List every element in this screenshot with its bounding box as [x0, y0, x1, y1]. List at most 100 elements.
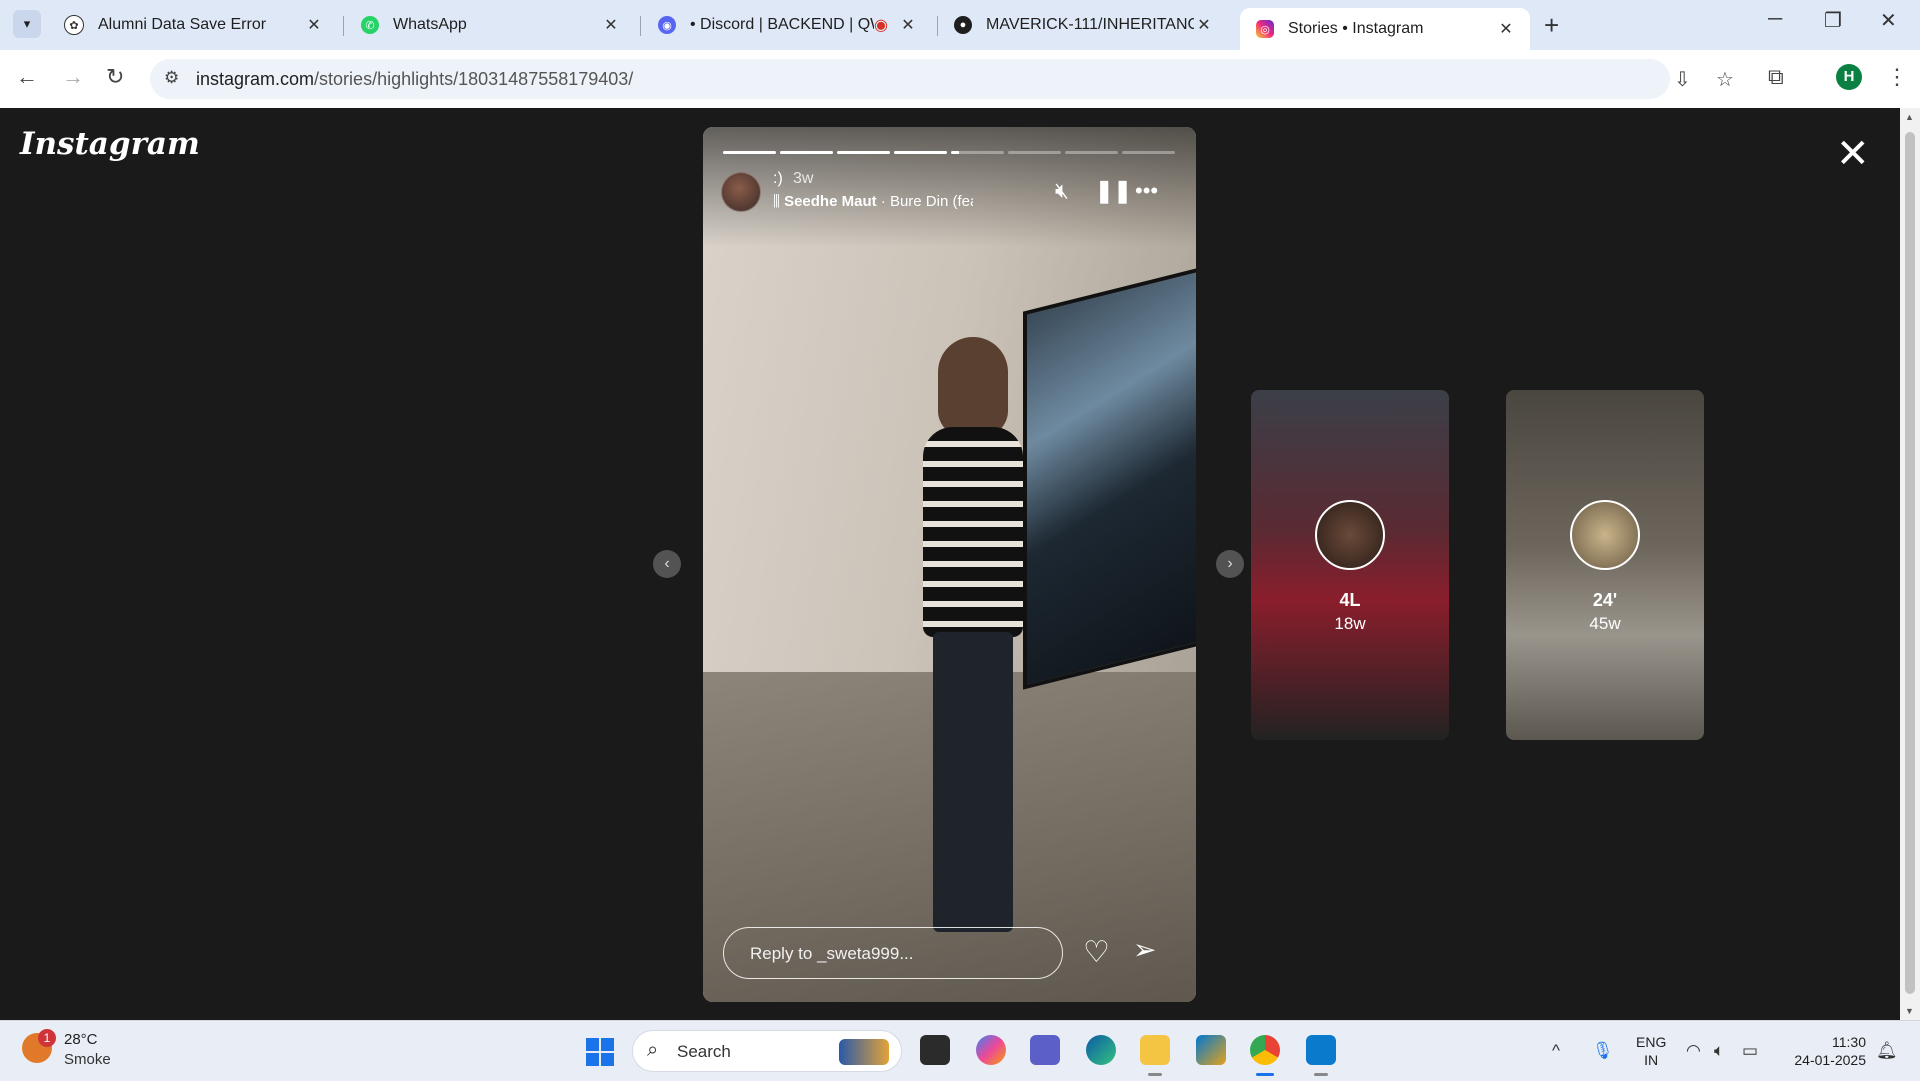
discord-icon: ◉ — [658, 16, 676, 34]
scroll-thumb[interactable] — [1905, 132, 1915, 994]
volume-icon[interactable]: 🔈︎ — [1714, 1041, 1724, 1061]
preview-time: 45w — [1589, 614, 1621, 633]
muted-speaker-icon[interactable]: 🔇︎ — [1055, 178, 1069, 204]
minimize-button[interactable]: ─ — [1768, 8, 1782, 31]
story-username[interactable]: :) — [773, 170, 783, 188]
preview-name: 24' — [1592, 590, 1618, 610]
tab-close-icon[interactable]: ✕ — [1496, 19, 1516, 39]
music-bars-icon: ⫼ — [773, 193, 785, 210]
profile-avatar[interactable]: H — [1836, 64, 1862, 90]
new-tab-button[interactable]: + — [1544, 10, 1559, 41]
taskbar-search[interactable]: ⌕ Search — [632, 1030, 902, 1072]
story-progress-bar — [723, 151, 1175, 154]
url-text[interactable]: instagram.com/stories/highlights/1803148… — [196, 69, 633, 90]
preview-avatar — [1570, 500, 1640, 570]
tab-github[interactable]: ● MAVERICK-111/INHERITANCE ✕ — [938, 8, 1228, 42]
progress-segment — [780, 151, 833, 154]
tab-close-icon[interactable]: ✕ — [304, 15, 324, 35]
task-view-icon[interactable] — [920, 1035, 950, 1065]
tab-title: MAVERICK-111/INHERITANCE — [986, 16, 1194, 33]
reload-button[interactable]: ↻ — [106, 64, 124, 90]
send-icon[interactable]: ➢ — [1133, 933, 1156, 966]
tab-close-icon[interactable]: ✕ — [898, 15, 918, 35]
vscode-icon[interactable] — [1306, 1035, 1336, 1065]
battery-icon[interactable]: ▭ — [1742, 1041, 1758, 1061]
chrome-icon[interactable] — [1250, 1035, 1280, 1065]
progress-fill — [780, 151, 833, 154]
progress-segment — [894, 151, 947, 154]
tab-discord[interactable]: ◉ • Discord | BACKEND | QWE ◉ ✕ — [642, 8, 932, 42]
weather-desc[interactable]: Smoke — [64, 1051, 111, 1068]
progress-fill — [837, 151, 890, 154]
preview-name: 4L — [1339, 590, 1361, 610]
show-hidden-icons-icon[interactable]: ^ — [1552, 1041, 1560, 1061]
back-button[interactable]: ← — [16, 64, 38, 90]
tab-instagram[interactable]: ◎ Stories • Instagram ✕ — [1240, 8, 1530, 50]
story-painting — [1023, 262, 1196, 690]
tab-title: WhatsApp — [393, 16, 467, 33]
notifications-bell-icon[interactable]: 🔔︎ — [1876, 1041, 1898, 1061]
language-indicator[interactable]: ENG IN — [1636, 1033, 1666, 1069]
teams-icon[interactable] — [1030, 1035, 1060, 1065]
preview-avatar — [1315, 500, 1385, 570]
previous-story-arrow-icon[interactable]: ‹ — [653, 550, 681, 578]
tab-title: • Discord | BACKEND | QWE — [690, 16, 874, 33]
browser-menu-icon[interactable]: ⋮ — [1886, 64, 1908, 90]
lang-top: ENG — [1636, 1034, 1667, 1050]
microsoft-store-icon[interactable] — [1196, 1035, 1226, 1065]
page-scrollbar[interactable]: ▲ ▼ — [1900, 108, 1920, 1020]
restore-button[interactable]: ❐ — [1824, 8, 1842, 33]
tab-close-icon[interactable]: ✕ — [601, 15, 621, 35]
tab-title: Alumni Data Save Error — [98, 16, 267, 33]
install-app-icon[interactable]: ⇩ — [1674, 67, 1691, 92]
close-stories-icon[interactable]: ✕ — [1836, 134, 1870, 174]
lang-bottom: IN — [1644, 1052, 1659, 1068]
pause-icon[interactable]: ❚❚ — [1095, 178, 1132, 204]
microphone-icon[interactable]: 🎙︎ — [1592, 1041, 1614, 1061]
scroll-up-icon[interactable]: ▲ — [1905, 112, 1914, 122]
tab-close-icon[interactable]: ✕ — [1194, 15, 1214, 35]
app-active-indicator — [1256, 1073, 1274, 1076]
story-viewer[interactable]: :) 3w ⫼ Seedhe Maut · Bure Din (feat. Mi… — [703, 127, 1196, 1002]
like-heart-icon[interactable]: ♡ — [1083, 935, 1110, 970]
extensions-icon[interactable]: ⧉ — [1768, 64, 1784, 90]
tab-whatsapp[interactable]: ✆ WhatsApp ✕ — [345, 8, 635, 42]
story-user-avatar[interactable] — [721, 172, 761, 212]
browser-toolbar: ← → ↻ ⚙ instagram.com/stories/highlights… — [0, 50, 1920, 109]
weather-temp[interactable]: 28°C — [64, 1031, 98, 1048]
progress-segment — [837, 151, 890, 154]
tab-alumni-data[interactable]: ✿ Alumni Data Save Error ✕ — [48, 8, 338, 42]
story-song[interactable]: ⫼ Seedhe Maut · Bure Din (feat. Mick Jen… — [773, 193, 973, 210]
window-close-button[interactable]: ✕ — [1880, 8, 1897, 33]
address-bar[interactable]: ⚙ instagram.com/stories/highlights/18031… — [150, 59, 1734, 99]
tab-search-menu-button[interactable]: ▾ — [13, 10, 41, 38]
progress-segment — [723, 151, 776, 154]
tab-strip: ▾ ✿ Alumni Data Save Error ✕ ✆ WhatsApp … — [0, 0, 1920, 50]
progress-segment — [951, 151, 1004, 154]
windows-taskbar: 1 28°C Smoke ⌕ Search ^ 🎙︎ ENG IN ◠ 🔈︎ ▭… — [0, 1020, 1920, 1081]
instagram-logo[interactable]: Instagram — [20, 126, 200, 162]
copilot-icon[interactable] — [976, 1035, 1006, 1065]
story-preview-1[interactable]: 4L 18w — [1251, 390, 1449, 740]
github-icon: ● — [954, 16, 972, 34]
forward-button[interactable]: → — [62, 64, 84, 90]
url-path: /stories/highlights/18031487558179403/ — [314, 69, 634, 89]
bookmark-star-icon[interactable]: ☆ — [1716, 67, 1734, 92]
edge-icon[interactable] — [1086, 1035, 1116, 1065]
tab-separator — [343, 16, 344, 36]
file-explorer-icon[interactable] — [1140, 1035, 1170, 1065]
start-button[interactable] — [586, 1038, 614, 1066]
clock-time: 11:30 — [1832, 1034, 1866, 1050]
reply-input[interactable]: Reply to _sweta999... — [723, 927, 1063, 979]
weather-badge: 1 — [38, 1029, 56, 1047]
more-options-icon[interactable]: ••• — [1135, 178, 1158, 204]
progress-segment — [1008, 151, 1061, 154]
story-time: 3w — [793, 170, 814, 187]
site-info-icon[interactable]: ⚙ — [164, 68, 179, 88]
story-preview-2[interactable]: 24' 45w — [1506, 390, 1704, 740]
scroll-down-icon[interactable]: ▼ — [1905, 1006, 1914, 1016]
clock[interactable]: 11:30 24-01-2025 — [1786, 1033, 1866, 1069]
wifi-icon[interactable]: ◠ — [1686, 1041, 1701, 1061]
search-icon: ⌕ — [647, 1039, 659, 1061]
next-story-arrow-icon[interactable]: › — [1216, 550, 1244, 578]
